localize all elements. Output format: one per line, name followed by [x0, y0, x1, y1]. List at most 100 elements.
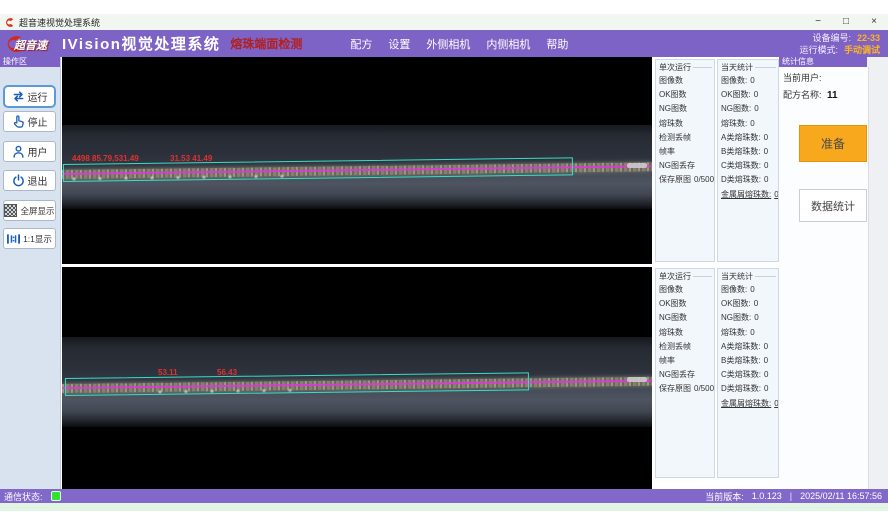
stop-button[interactable]: 停止: [3, 111, 56, 132]
menu-item[interactable]: 配方: [350, 36, 372, 52]
exit-button[interactable]: 退出: [3, 170, 56, 191]
prepare-button[interactable]: 准备: [799, 125, 867, 162]
stat-row: 帧率: [656, 354, 714, 368]
one-to-one-display-label: 1:1显示: [23, 233, 52, 245]
measurement-annotation: 4498 85.79,531.49: [72, 154, 139, 163]
close-icon[interactable]: ×: [860, 14, 888, 30]
fullscreen-display-button[interactable]: 全屏显示: [3, 200, 56, 221]
stat-row: C类熔珠数:0: [718, 159, 778, 173]
comm-status-label: 通信状态:: [4, 490, 43, 503]
fullscreen-grid-icon: [4, 204, 17, 217]
info-panel: 统计信息 当前用户: 配方名称: 11 准备 数据统计: [779, 57, 888, 489]
stat-row: OK图数: [656, 88, 714, 102]
header-info: 设备编号: 22-33 运行模式: 手动调试: [799, 32, 880, 56]
app-title: IVision视觉处理系统: [62, 33, 220, 54]
stat-rows: 图像数OK图数NG图数熔珠数检测丢帧帧率NG图丢存保存原图0/500: [656, 73, 714, 188]
stat-row: 熔珠数:0: [718, 117, 778, 131]
stat-row: 熔珠数: [656, 117, 714, 131]
status-bar: 通信状态: 当前版本: 1.0.123 | 2025/02/11 16:57:5…: [0, 489, 888, 503]
stop-button-label: 停止: [28, 114, 48, 129]
stat-row: 金属屑熔珠数:0: [718, 188, 778, 202]
stat-row: NG图数: [656, 102, 714, 116]
separator: |: [790, 491, 792, 501]
stat-row: OK图数:0: [718, 88, 778, 102]
groupbox-caption: 当天统计: [718, 269, 778, 282]
stat-row: 帧率: [656, 145, 714, 159]
one-to-one-display-button[interactable]: 1:1显示: [3, 228, 56, 249]
info-card: 当前用户: 配方名称: 11 准备 数据统计: [779, 67, 869, 489]
stat-row: 熔珠数: [656, 326, 714, 340]
data-stats-button[interactable]: 数据统计: [799, 189, 867, 222]
comm-status-led-green: [51, 491, 61, 501]
taskbar-strip: [0, 503, 888, 511]
menu-bar: 配方设置外侧相机内侧相机帮助: [350, 36, 568, 52]
groupbox-caption: 单次运行: [656, 269, 714, 282]
stat-row: 图像数: [656, 74, 714, 88]
status-bar-right: 当前版本: 1.0.123 | 2025/02/11 16:57:56: [705, 490, 882, 503]
stop-hand-icon: [12, 115, 25, 128]
menu-item[interactable]: 帮助: [546, 36, 568, 52]
app-logo-icon: [4, 17, 15, 28]
minimize-icon[interactable]: −: [804, 14, 832, 30]
camera-view-inner[interactable]: 53.11 56.43: [62, 267, 652, 489]
stat-row: C类熔珠数:0: [718, 368, 778, 382]
menu-item[interactable]: 内侧相机: [486, 36, 530, 52]
strip-highlight: [627, 163, 647, 168]
datetime-value: 2025/02/11 16:57:56: [800, 491, 882, 501]
stat-row: 检测丢帧: [656, 340, 714, 354]
app-subtitle: 熔珠端面检测: [230, 35, 302, 52]
one-to-one-icon: [7, 234, 20, 244]
stat-row: OK图数:0: [718, 297, 778, 311]
groupbox-caption: 单次运行: [656, 60, 714, 73]
stat-row: 保存原图0/500: [656, 173, 714, 187]
stat-row: OK图数: [656, 297, 714, 311]
menu-item[interactable]: 设置: [388, 36, 410, 52]
power-exit-icon: [12, 174, 25, 187]
run-button[interactable]: 运行: [3, 85, 56, 108]
version-value: 1.0.123: [752, 491, 782, 501]
stat-row: 金属屑熔珠数:0: [718, 397, 778, 411]
groupbox-caption: 当天统计: [718, 60, 778, 73]
stat-row: NG图数:0: [718, 102, 778, 116]
single-run-stats-top: 单次运行 图像数OK图数NG图数熔珠数检测丢帧帧率NG图丢存保存原图0/500: [655, 59, 715, 262]
measurement-annotation: 56.43: [217, 368, 237, 377]
today-stats-top: 当天统计 图像数:0OK图数:0NG图数:0熔珠数:0A类熔珠数:0B类熔珠数:…: [717, 59, 779, 262]
stat-row: A类熔珠数:0: [718, 340, 778, 354]
single-run-stats-bottom: 单次运行 图像数OK图数NG图数熔珠数检测丢帧帧率NG图丢存保存原图0/500: [655, 268, 715, 478]
strip-highlight: [627, 377, 647, 382]
run-button-label: 运行: [28, 89, 48, 104]
exit-button-label: 退出: [28, 173, 48, 188]
version-label: 当前版本:: [705, 490, 744, 503]
run-mode-value: 手动调试: [844, 44, 880, 56]
user-button[interactable]: 用户: [3, 141, 56, 162]
window-title: 超音速视觉处理系统: [19, 16, 100, 29]
stat-row: 检测丢帧: [656, 131, 714, 145]
brand-logo: 超音速: [2, 31, 58, 57]
stat-row: NG图数: [656, 311, 714, 325]
menu-item[interactable]: 外侧相机: [426, 36, 470, 52]
stat-row: 图像数:0: [718, 283, 778, 297]
stat-rows: 图像数OK图数NG图数熔珠数检测丢帧帧率NG图丢存保存原图0/500: [656, 282, 714, 397]
restore-icon[interactable]: □: [832, 14, 860, 30]
stat-rows: 图像数:0OK图数:0NG图数:0熔珠数:0A类熔珠数:0B类熔珠数:0C类熔珠…: [718, 73, 778, 202]
window-controls: − □ ×: [804, 14, 888, 30]
run-mode-label: 运行模式:: [799, 44, 838, 56]
stat-row: A类熔珠数:0: [718, 131, 778, 145]
device-no-value: 22-33: [857, 32, 880, 44]
device-no-label: 设备编号:: [812, 32, 851, 44]
stat-row: B类熔珠数:0: [718, 354, 778, 368]
stat-row: NG图数:0: [718, 311, 778, 325]
stat-row: 图像数:0: [718, 74, 778, 88]
recipe-name-value: 11: [827, 90, 838, 101]
user-button-label: 用户: [28, 144, 48, 159]
fullscreen-display-label: 全屏显示: [20, 205, 54, 217]
stat-row: 熔珠数:0: [718, 326, 778, 340]
titlebar: 超音速视觉处理系统 − □ ×: [0, 14, 888, 31]
sidebar: 操作区 运行 停止 用户 退出 全屏显示: [0, 57, 61, 489]
stat-row: D类熔珠数:0: [718, 173, 778, 187]
info-panel-title: 统计信息: [779, 57, 867, 67]
camera-view-outer[interactable]: 4498 85.79,531.49 31.53 41.49: [62, 57, 652, 264]
brand-logo-text: 超音速: [14, 37, 47, 53]
measurement-annotation: 53.11: [158, 368, 178, 377]
user-icon: [12, 145, 25, 158]
